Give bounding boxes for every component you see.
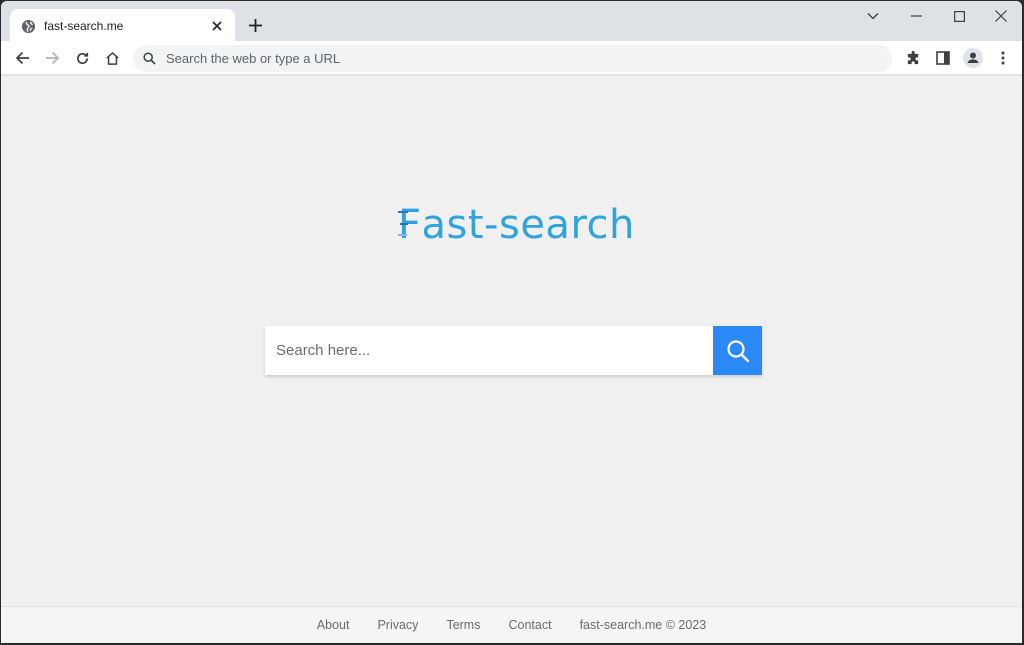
extensions-button[interactable]	[901, 46, 925, 70]
puzzle-icon	[907, 50, 918, 64]
tab-search-button[interactable]	[861, 5, 885, 27]
profile-button[interactable]	[961, 46, 985, 70]
search-input[interactable]	[265, 326, 713, 375]
footer-link-terms[interactable]: Terms	[446, 618, 480, 632]
arrow-left-icon	[15, 51, 29, 65]
back-button[interactable]	[10, 46, 34, 70]
maximize-button[interactable]	[947, 5, 971, 27]
minimize-button[interactable]	[904, 5, 928, 27]
search-form	[265, 326, 762, 375]
chevron-down-icon	[867, 13, 879, 20]
browser-menu-button[interactable]	[991, 46, 1015, 70]
minimize-icon	[910, 15, 922, 17]
logo-speed-line	[400, 223, 408, 225]
home-icon	[105, 51, 119, 65]
plus-icon	[248, 18, 262, 32]
maximize-icon	[953, 10, 965, 22]
forward-button[interactable]	[40, 46, 64, 70]
tab-close-icon[interactable]	[209, 18, 225, 34]
address-input[interactable]	[166, 45, 892, 72]
arrow-right-icon	[45, 51, 59, 65]
tab-strip: fast-search.me	[1, 1, 1022, 43]
search-icon	[726, 339, 749, 362]
page-content: F ast-search About Privacy Terms Contact…	[1, 76, 1022, 643]
side-panel-button[interactable]	[931, 46, 955, 70]
address-bar[interactable]	[133, 45, 892, 72]
search-icon	[143, 52, 157, 66]
globe-icon	[20, 18, 36, 34]
side-panel-icon	[936, 51, 950, 65]
logo-first-letter: F	[398, 202, 422, 248]
logo-text: ast-search	[421, 202, 635, 248]
logo-speed-line	[398, 211, 408, 213]
avatar-icon	[963, 48, 983, 68]
home-button[interactable]	[100, 46, 124, 70]
footer-copyright: fast-search.me © 2023	[579, 618, 707, 632]
search-button[interactable]	[713, 326, 762, 375]
site-logo: F ast-search	[398, 202, 635, 248]
browser-toolbar	[1, 41, 1022, 75]
footer-link-about[interactable]: About	[317, 618, 350, 632]
new-tab-button[interactable]	[245, 15, 265, 35]
browser-window: fast-search.me Search the web or type a …	[1, 1, 1022, 643]
reload-button[interactable]	[70, 46, 94, 70]
logo-speed-line	[398, 234, 407, 236]
reload-icon	[76, 51, 88, 64]
close-window-button[interactable]	[989, 5, 1013, 27]
page-footer: About Privacy Terms Contact fast-search.…	[1, 606, 1022, 643]
close-icon	[995, 10, 1007, 22]
footer-link-contact[interactable]: Contact	[508, 618, 551, 632]
logo-f-mark: F	[398, 202, 422, 248]
browser-tab[interactable]: fast-search.me	[10, 9, 235, 43]
tab-title: fast-search.me	[44, 19, 124, 33]
footer-link-privacy[interactable]: Privacy	[377, 618, 418, 632]
kebab-menu-icon	[1001, 51, 1005, 65]
